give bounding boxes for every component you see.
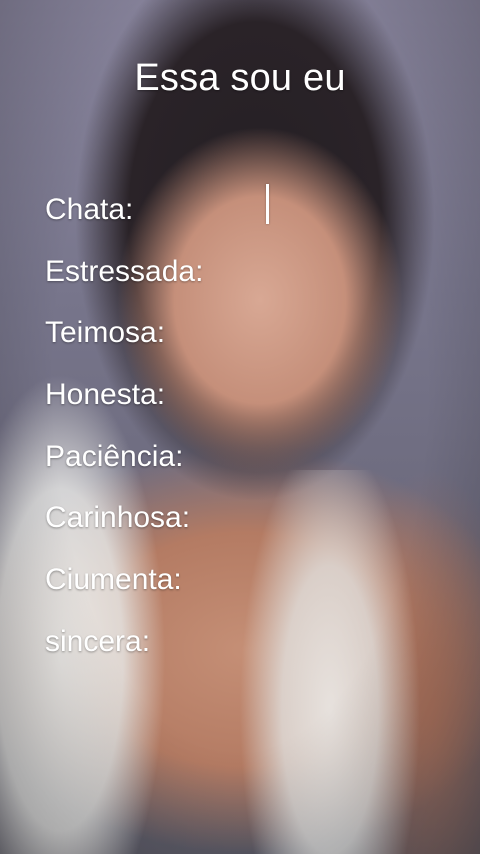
trait-item[interactable]: Carinhosa:: [45, 498, 203, 560]
trait-item[interactable]: sincera:: [45, 622, 203, 684]
trait-item[interactable]: Honesta:: [45, 375, 203, 437]
text-cursor: [266, 184, 269, 224]
trait-item[interactable]: Teimosa:: [45, 313, 203, 375]
trait-item[interactable]: Chata:: [45, 190, 203, 252]
story-frame: Essa sou eu Chata: Estressada: Teimosa: …: [0, 0, 480, 854]
trait-item[interactable]: Estressada:: [45, 252, 203, 314]
trait-list: Chata: Estressada: Teimosa: Honesta: Pac…: [45, 190, 203, 684]
trait-item[interactable]: Paciência:: [45, 437, 203, 499]
trait-item[interactable]: Ciumenta:: [45, 560, 203, 622]
story-title[interactable]: Essa sou eu: [0, 55, 480, 101]
